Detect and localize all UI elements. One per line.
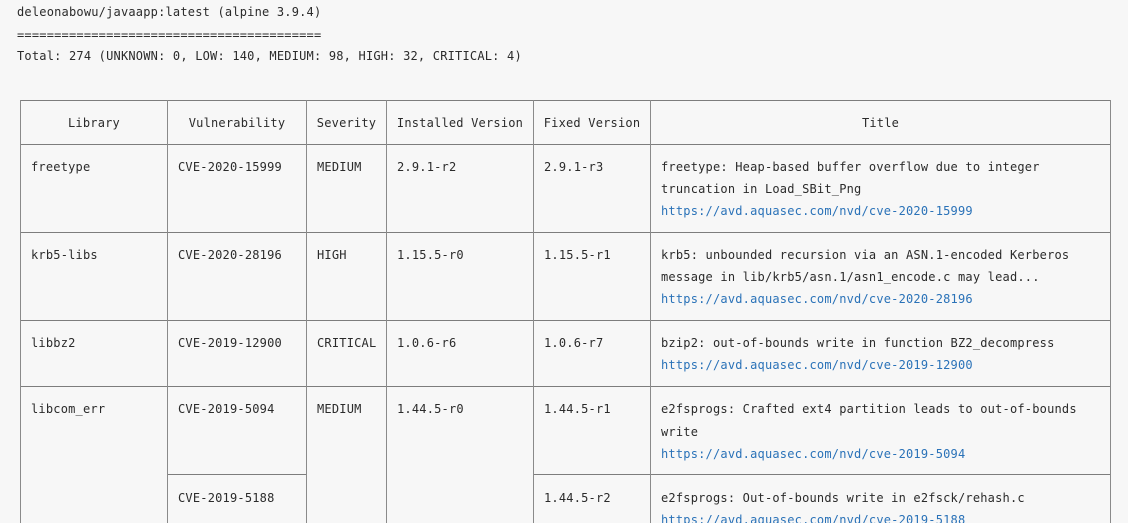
column-border [1110,100,1111,523]
column-border [306,100,307,523]
advisory-link[interactable]: https://avd.aquasec.com/nvd/cve-2020-159… [661,204,973,218]
sub-row-separator [533,474,1110,475]
fixed-version-cell: 1.44.5-r1 [544,402,611,416]
installed-version-cell: 1.44.5-r0 [397,402,464,416]
severity-cell: MEDIUM [317,402,362,416]
column-header-severity: Severity [316,116,377,130]
title-cell-line: message in lib/krb5/asn.1/asn1_encode.c … [661,270,1040,284]
severity-cell: MEDIUM [317,160,362,174]
column-header-title: Title [861,116,900,130]
installed-version-cell: 1.15.5-r0 [397,248,464,262]
column-header-vulnerability: Vulnerability [188,116,286,130]
library-cell: freetype [31,160,91,174]
fixed-version-cell: 2.9.1-r3 [544,160,604,174]
title-cell-line: write [661,425,699,439]
vulnerability-cell: CVE-2019-12900 [178,336,282,350]
header-bottom-border [20,144,1110,145]
title-separator: ========================================… [17,28,322,42]
table-top-border [20,100,1110,101]
vulnerability-cell: CVE-2019-5094 [178,402,275,416]
title-cell-line: truncation in Load_SBit_Png [661,182,862,196]
row-separator [20,386,1110,387]
title-cell-line: e2fsprogs: Crafted ext4 partition leads … [661,402,1077,416]
severity-cell: HIGH [317,248,347,262]
fixed-version-cell: 1.44.5-r2 [544,491,611,505]
total-summary: Total: 274 (UNKNOWN: 0, LOW: 140, MEDIUM… [17,49,522,63]
advisory-link[interactable]: https://avd.aquasec.com/nvd/cve-2019-129… [661,358,973,372]
column-border [533,100,534,523]
vulnerability-cell: CVE-2019-5188 [178,491,275,505]
vulnerability-cell: CVE-2020-28196 [178,248,282,262]
image-title: deleonabowu/javaapp:latest (alpine 3.9.4… [17,5,322,19]
column-border [386,100,387,523]
column-border [167,100,168,523]
fixed-version-cell: 1.0.6-r7 [544,336,604,350]
column-header-library: Library [68,116,120,130]
installed-version-cell: 2.9.1-r2 [397,160,457,174]
advisory-link[interactable]: https://avd.aquasec.com/nvd/cve-2019-518… [661,513,965,523]
installed-version-cell: 1.0.6-r6 [397,336,457,350]
advisory-link[interactable]: https://avd.aquasec.com/nvd/cve-2020-281… [661,292,973,306]
title-cell-line: freetype: Heap-based buffer overflow due… [661,160,1040,174]
sub-row-separator [167,474,306,475]
advisory-link[interactable]: https://avd.aquasec.com/nvd/cve-2019-509… [661,447,965,461]
title-cell-line: krb5: unbounded recursion via an ASN.1-e… [661,248,1070,262]
vulnerability-cell: CVE-2020-15999 [178,160,282,174]
column-border [650,100,651,523]
fixed-version-cell: 1.15.5-r1 [544,248,611,262]
row-separator [20,320,1110,321]
library-cell: krb5-libs [31,248,98,262]
title-cell-line: bzip2: out-of-bounds write in function B… [661,336,1055,350]
column-header-fixed-version: Fixed Version [543,116,641,130]
library-cell: libcom_err [31,402,106,416]
column-header-installed-version: Installed Version [396,116,524,130]
row-separator [20,232,1110,233]
terminal-output: deleonabowu/javaapp:latest (alpine 3.9.4… [0,0,1128,523]
title-cell-line: e2fsprogs: Out-of-bounds write in e2fsck… [661,491,1025,505]
library-cell: libbz2 [31,336,76,350]
column-border [20,100,21,523]
severity-cell: CRITICAL [317,336,377,350]
